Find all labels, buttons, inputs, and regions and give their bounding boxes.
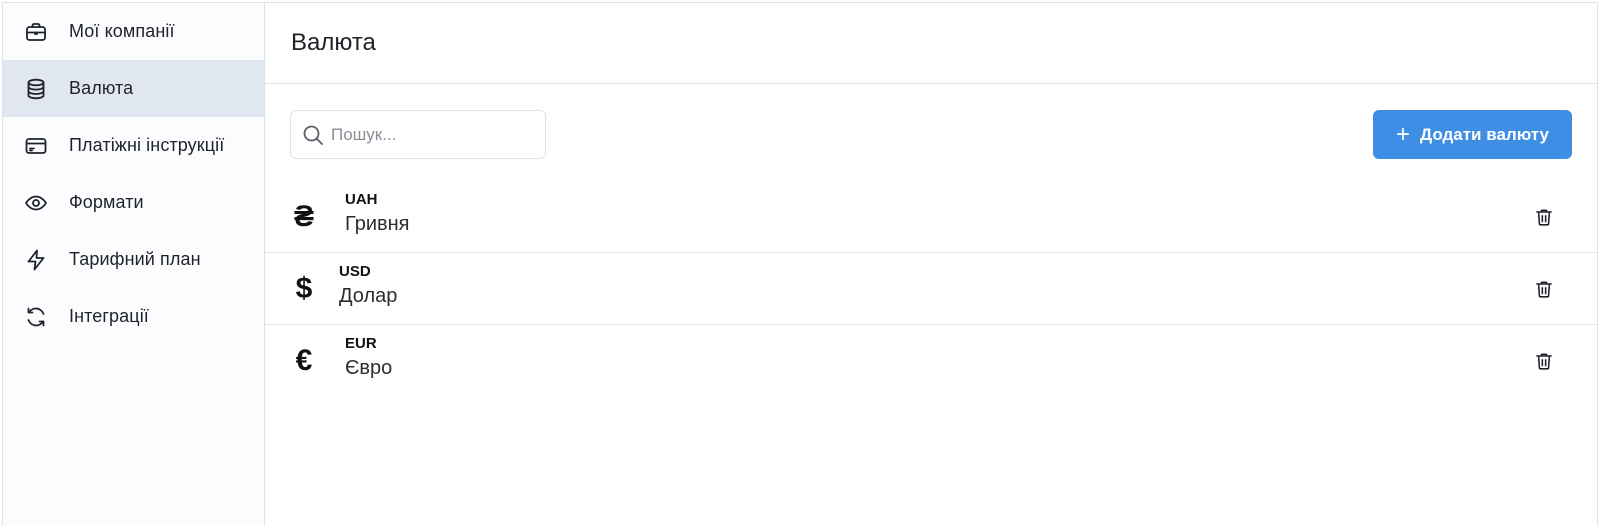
sidebar-item-label: Інтеграції [69,306,149,326]
sidebar-item-label: Платіжні інструкції [69,135,225,155]
database-icon [23,76,49,102]
eye-icon [23,190,49,216]
currency-name: Гривня [345,213,410,235]
sidebar-item-currency[interactable]: Валюта [3,60,264,117]
sidebar-item-label: Валюта [69,78,134,98]
currency-code: EUR [345,335,377,352]
toolbar: + Додати валюту [265,84,1597,181]
main-content: Валюта + Додати валюту ₴ [265,3,1597,526]
currency-info: USD Долар [339,263,397,308]
trash-icon [1534,207,1554,227]
sidebar-item-integrations[interactable]: Інтеграції [3,288,264,345]
currency-list: ₴ UAH Гривня $ USD Долар € EUR Євро [265,181,1597,397]
refresh-icon [23,304,49,330]
dollar-symbol-icon: $ [295,271,313,305]
hryvnia-symbol-icon: ₴ [293,199,314,233]
search-input[interactable] [331,124,531,145]
currency-name: Долар [339,285,398,307]
search-box[interactable] [290,110,546,159]
sidebar-item-formats[interactable]: Формати [3,174,264,231]
currency-row-eur[interactable]: € EUR Євро [265,325,1597,397]
sidebar-item-my-companies[interactable]: Мої компанії [3,3,264,60]
sidebar-item-label: Формати [69,192,144,212]
currency-name: Євро [345,357,393,379]
sidebar-item-label: Мої компанії [69,21,175,41]
currency-row-usd[interactable]: $ USD Долар [265,253,1597,325]
search-icon [301,123,331,147]
sidebar-item-payment-instructions[interactable]: Платіжні інструкції [3,117,264,174]
currency-code: USD [339,263,371,280]
currency-info: UAH Гривня [345,191,410,236]
sidebar-item-label: Тарифний план [69,249,201,269]
app-frame: Мої компанії Валюта Платіжні інструкції … [2,2,1598,526]
trash-icon [1534,351,1554,371]
settings-sidebar: Мої компанії Валюта Платіжні інструкції … [3,3,265,526]
trash-icon [1534,279,1554,299]
page-header: Валюта [265,3,1597,84]
currency-row-uah[interactable]: ₴ UAH Гривня [265,181,1597,253]
credit-card-icon [23,133,49,159]
briefcase-icon [23,19,49,45]
euro-symbol-icon: € [295,344,313,377]
page-title: Валюта [291,29,376,56]
currency-info: EUR Євро [345,335,392,380]
delete-currency-button[interactable] [1531,276,1557,302]
sidebar-item-tariff-plan[interactable]: Тарифний план [3,231,264,288]
delete-currency-button[interactable] [1531,348,1557,374]
plus-icon: + [1395,120,1410,148]
add-currency-button[interactable]: + Додати валюту [1373,110,1572,159]
add-currency-label: Додати валюту [1420,124,1550,144]
currency-code: UAH [345,191,378,208]
delete-currency-button[interactable] [1531,204,1557,230]
lightning-icon [23,247,49,273]
